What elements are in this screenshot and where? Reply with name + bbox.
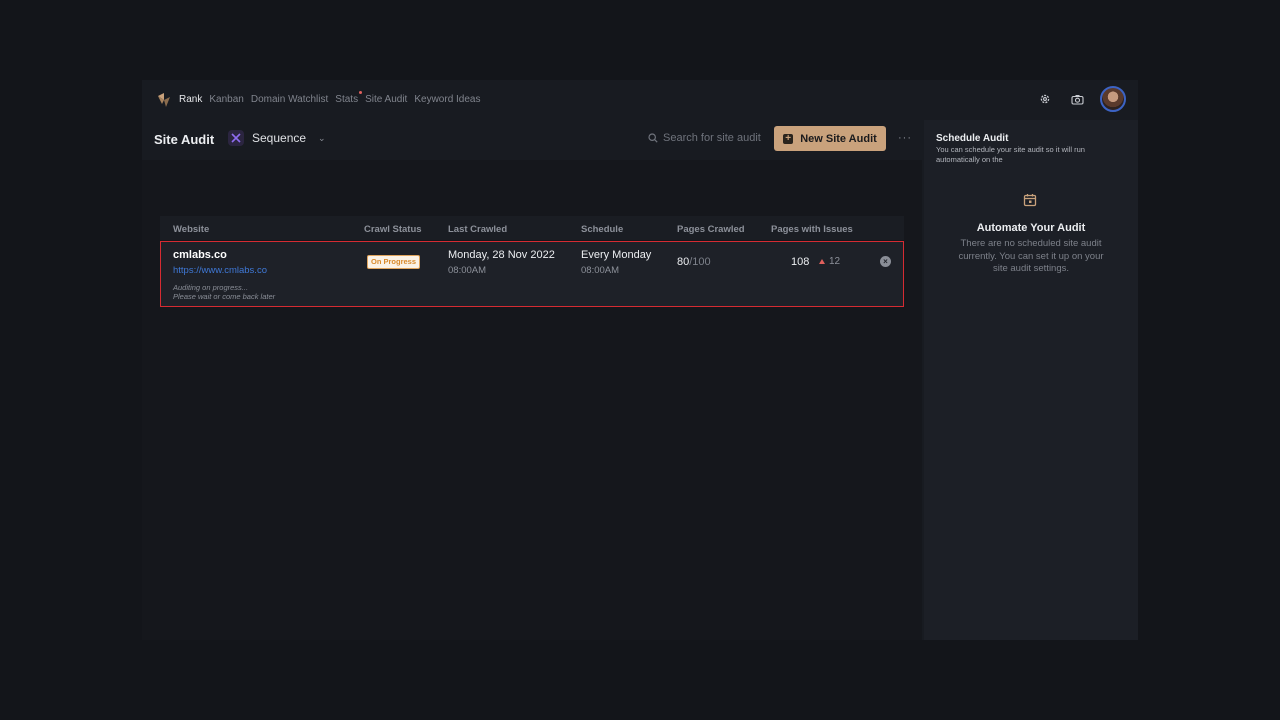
schedule-day: Every Monday xyxy=(581,249,652,261)
schedule-panel: Schedule Audit You can schedule your sit… xyxy=(924,120,1138,640)
page-title: Site Audit xyxy=(154,132,215,147)
search-icon xyxy=(648,133,658,143)
schedule-time: 08:00AM xyxy=(581,265,620,276)
status-badge: On Progress xyxy=(367,255,421,269)
nav-item-rank[interactable]: Rank xyxy=(179,94,202,105)
project-selector[interactable]: Sequence ⌄ xyxy=(228,130,326,146)
nav-links: Rank Kanban Domain Watchlist Stats Site … xyxy=(179,91,481,105)
pages-crawled: 80/100 xyxy=(677,256,711,268)
plus-icon: + xyxy=(783,133,794,144)
nav-item-stats-label: Stats xyxy=(335,94,359,105)
column-schedule[interactable]: Schedule xyxy=(581,224,623,235)
last-crawled-time: 08:00AM xyxy=(448,265,487,276)
arrow-up-icon xyxy=(819,259,825,264)
search-placeholder: Search for site audit xyxy=(663,132,761,144)
automate-heading: Automate Your Audit xyxy=(976,222,1086,234)
audit-note-sub: Please wait or come back later xyxy=(173,292,276,301)
column-last-crawled[interactable]: Last Crawled xyxy=(448,224,507,235)
search-input[interactable]: Search for site audit xyxy=(648,132,761,144)
column-pages-with-issues[interactable]: Pages with Issues xyxy=(771,224,853,235)
camera-icon[interactable] xyxy=(1068,90,1086,108)
project-icon xyxy=(228,130,244,146)
last-crawled-date: Monday, 28 Nov 2022 xyxy=(448,249,555,261)
nav-item-site-audit[interactable]: Site Audit xyxy=(365,94,407,105)
more-options-icon[interactable]: ··· xyxy=(898,132,912,144)
pages-crawled-total: /100 xyxy=(689,256,711,268)
nav-item-domain-watchlist[interactable]: Domain Watchlist xyxy=(251,94,328,105)
audit-note: Auditing on progress... xyxy=(173,283,249,292)
close-icon[interactable]: × xyxy=(880,256,891,267)
issues-delta: 12 xyxy=(819,256,840,267)
main-panel: Site Audit Sequence ⌄ Search for site au… xyxy=(142,120,922,640)
logo-icon[interactable] xyxy=(156,92,172,108)
avatar[interactable] xyxy=(1100,86,1126,112)
pages-crawled-count: 80 xyxy=(677,256,690,268)
table-row[interactable]: cmlabs.co https://www.cmlabs.co Auditing… xyxy=(160,241,904,307)
notification-dot xyxy=(359,91,363,94)
issues-delta-value: 12 xyxy=(829,256,841,267)
top-nav: Rank Kanban Domain Watchlist Stats Site … xyxy=(142,80,1138,120)
nav-item-keyword-ideas[interactable]: Keyword Ideas xyxy=(414,94,480,105)
column-crawl-status[interactable]: Crawl Status xyxy=(364,224,422,235)
nav-item-stats[interactable]: Stats xyxy=(335,91,363,105)
site-url-link[interactable]: https://www.cmlabs.co xyxy=(173,265,267,276)
new-site-audit-button[interactable]: + New Site Audit xyxy=(774,126,886,151)
schedule-description: You can schedule your site audit so it w… xyxy=(936,145,1085,164)
project-label: Sequence xyxy=(252,131,307,145)
table-header: Website Crawl Status Last Crawled Schedu… xyxy=(160,216,904,240)
new-site-audit-label: New Site Audit xyxy=(800,132,877,145)
schedule-title: Schedule Audit xyxy=(936,133,1009,144)
top-icons xyxy=(1036,86,1126,112)
page-header: Site Audit Sequence ⌄ Search for site au… xyxy=(142,120,922,160)
automate-body: There are no scheduled site audit curren… xyxy=(958,238,1104,274)
pages-with-issues: 108 xyxy=(791,256,810,268)
column-website[interactable]: Website xyxy=(173,224,209,235)
column-pages-crawled[interactable]: Pages Crawled xyxy=(677,224,745,235)
calendar-icon xyxy=(1023,194,1037,207)
site-name: cmlabs.co xyxy=(173,249,227,261)
gear-icon[interactable] xyxy=(1036,90,1054,108)
app-window: Rank Kanban Domain Watchlist Stats Site … xyxy=(142,80,1138,640)
nav-item-kanban[interactable]: Kanban xyxy=(209,94,243,105)
chevron-down-icon: ⌄ xyxy=(318,132,326,143)
